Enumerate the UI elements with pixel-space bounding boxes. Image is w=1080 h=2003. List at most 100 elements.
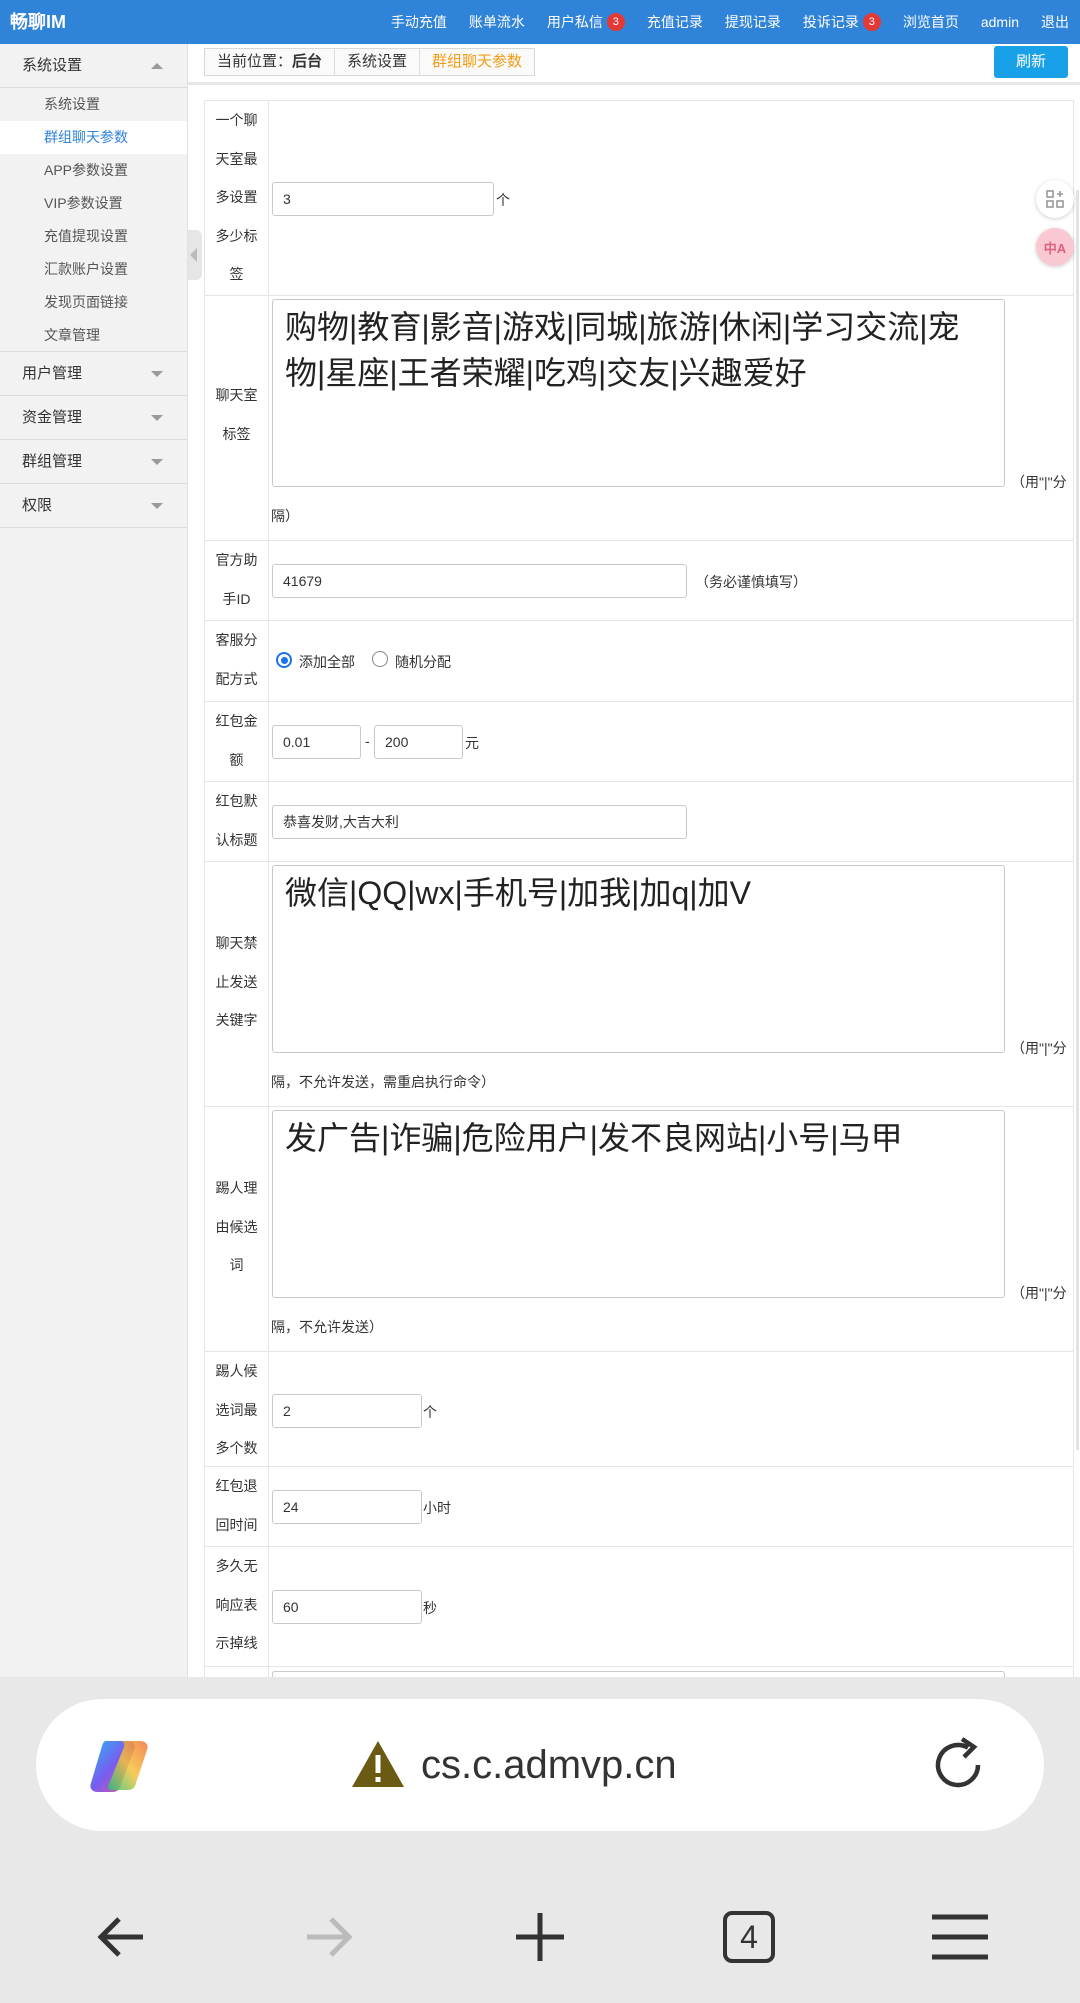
nav-manual-recharge[interactable]: 手动充值 xyxy=(391,12,447,32)
nav-admin-user[interactable]: admin xyxy=(981,14,1019,30)
offline-timeout-input[interactable]: 60 xyxy=(272,1590,422,1624)
field-label: 聊天室标签 xyxy=(205,296,269,541)
red-return-input[interactable]: 24 xyxy=(272,1490,422,1524)
range-separator: - xyxy=(365,733,370,749)
header-divider xyxy=(188,82,1080,85)
group-label: 权限 xyxy=(22,497,53,514)
top-nav: 手动充值 账单流水 用户私信 3 充值记录 提现记录 投诉记录 3 浏览首页 adm… xyxy=(380,0,1080,44)
sidebar-group-user-manage[interactable]: 用户管理 xyxy=(0,352,187,396)
sidebar-group-fund-manage[interactable]: 资金管理 xyxy=(0,396,187,440)
max-tags-input[interactable]: 3 xyxy=(272,182,494,216)
field-label: 多久无响应表示掉线 xyxy=(205,1547,269,1667)
nav-logout[interactable]: 退出 xyxy=(1041,12,1069,32)
radio-label[interactable]: 随机分配 xyxy=(395,652,451,672)
row-red-title: 红包默认标题 恭喜发财,大吉大利 xyxy=(204,781,1074,862)
assistant-id-input[interactable]: 41679 xyxy=(272,564,687,598)
sidebar-group-group-manage[interactable]: 群组管理 xyxy=(0,440,187,484)
address-bar[interactable]: cs.c.admvp.cn xyxy=(36,1699,1044,1831)
forward-arrow-icon[interactable] xyxy=(289,1897,369,1977)
group-label: 群组管理 xyxy=(22,453,83,470)
copilot-icon[interactable] xyxy=(86,1737,154,1793)
sidebar-item-system-settings[interactable]: 系统设置 xyxy=(0,88,187,121)
reload-icon[interactable] xyxy=(928,1735,988,1795)
back-arrow-icon[interactable] xyxy=(81,1897,161,1977)
radio-add-all[interactable] xyxy=(276,652,292,668)
sidebar-item-recharge-withdraw[interactable]: 充值提现设置 xyxy=(0,220,187,253)
url-text[interactable]: cs.c.admvp.cn xyxy=(421,1737,677,1793)
sidebar-item-vip-params[interactable]: VIP参数设置 xyxy=(0,187,187,220)
row-kick-reasons: 踢人理由候选词 发广告|诈骗|危险用户|发不良网站|小号|马甲 （用"|"分 隔… xyxy=(204,1106,1074,1352)
sidebar-item-group-chat-params[interactable]: 群组聊天参数 xyxy=(0,121,187,154)
hint-text: （用"|"分 xyxy=(1011,1285,1067,1301)
refresh-button[interactable]: 刷新 xyxy=(994,46,1068,78)
field-label: 聊天禁止发送关键字 xyxy=(205,862,269,1107)
grid-plus-icon[interactable] xyxy=(1036,180,1074,218)
breadcrumb-home[interactable]: 当前位置：后台 xyxy=(205,49,336,75)
room-tags-textarea[interactable]: 购物|教育|影音|游戏|同城|旅游|休闲|学习交流|宠物|星座|王者荣耀|吃鸡|… xyxy=(272,299,1005,487)
nav-label: 用户私信 xyxy=(546,14,603,30)
nav-bill-flow[interactable]: 账单流水 xyxy=(469,12,525,32)
breadcrumb-parent[interactable]: 系统设置 xyxy=(335,49,421,75)
nav-label: 退出 xyxy=(1041,14,1069,30)
nav-user-messages[interactable]: 用户私信 3 xyxy=(547,12,625,32)
hint-text-cont: 隔） xyxy=(271,508,299,524)
kick-max-input[interactable]: 2 xyxy=(272,1394,422,1428)
nav-withdraw-records[interactable]: 提现记录 xyxy=(725,12,781,32)
sidebar-item-discover-links[interactable]: 发现页面链接 xyxy=(0,286,187,319)
row-room-tags: 聊天室标签 购物|教育|影音|游戏|同城|旅游|休闲|学习交流|宠物|星座|王者… xyxy=(204,295,1074,541)
field-label: 踢人理由候选词 xyxy=(205,1107,269,1352)
red-amount-min-input[interactable]: 0.01 xyxy=(272,725,361,759)
unit-label: 小时 xyxy=(423,1500,451,1516)
hint-text: （用"|"分 xyxy=(1011,1040,1067,1056)
sidebar-collapse-handle[interactable] xyxy=(188,230,202,280)
field-label: 客服分配方式 xyxy=(205,621,269,702)
tab-count: 4 xyxy=(723,1911,775,1963)
unread-badge: 3 xyxy=(606,13,625,31)
hint-text: （务必谨慎填写） xyxy=(695,574,807,590)
banned-words-textarea[interactable]: 微信|QQ|wx|手机号|加我|加q|加V xyxy=(272,865,1005,1053)
red-title-input[interactable]: 恭喜发财,大吉大利 xyxy=(272,805,687,839)
menu-hamburger-icon[interactable] xyxy=(920,1897,1000,1977)
row-service-mode: 客服分配方式 添加全部 随机分配 xyxy=(204,620,1074,702)
group-label: 用户管理 xyxy=(22,365,83,382)
red-amount-max-input[interactable]: 200 xyxy=(374,725,463,759)
group-label: 资金管理 xyxy=(22,409,83,426)
sidebar-group-system-settings[interactable]: 系统设置 xyxy=(0,44,187,88)
hint-text-cont: 隔，不允许发送，需重启执行命令） xyxy=(271,1074,495,1090)
nav-label: 账单流水 xyxy=(468,14,525,30)
translate-icon[interactable]: 中A xyxy=(1036,228,1074,266)
radio-label[interactable]: 添加全部 xyxy=(299,652,355,672)
nav-recharge-records[interactable]: 充值记录 xyxy=(647,12,703,32)
sidebar-item-remit-accounts[interactable]: 汇款账户设置 xyxy=(0,253,187,286)
unit-label: 秒 xyxy=(423,1600,437,1616)
unit-label: 个 xyxy=(423,1404,437,1420)
hint-text: （用"|"分 xyxy=(1011,474,1067,490)
nav-label: admin xyxy=(980,14,1019,30)
radio-random[interactable] xyxy=(372,651,388,667)
row-red-return: 红包退回时间 24 小时 xyxy=(204,1466,1074,1547)
nav-complaint-records[interactable]: 投诉记录 3 xyxy=(803,12,881,32)
scrollbar[interactable] xyxy=(1076,190,1079,1450)
kick-reasons-textarea[interactable]: 发广告|诈骗|危险用户|发不良网站|小号|马甲 xyxy=(272,1110,1005,1298)
new-tab-plus-icon[interactable] xyxy=(500,1897,580,1977)
row-kick-max: 踢人候选词最多个数 2 个 xyxy=(204,1351,1074,1467)
field-label: 红包金额 xyxy=(205,702,269,782)
chevron-down-icon xyxy=(151,459,163,465)
nav-browse-home[interactable]: 浏览首页 xyxy=(903,12,959,32)
unit-label: 个 xyxy=(496,192,510,208)
sidebar-group-permissions[interactable]: 权限 xyxy=(0,484,187,528)
nav-label: 浏览首页 xyxy=(902,14,959,30)
brand-logo[interactable]: 畅聊IM xyxy=(10,8,66,34)
field-label: 红包退回时间 xyxy=(205,1467,269,1547)
chevron-down-icon xyxy=(151,503,163,509)
warning-icon[interactable] xyxy=(350,1739,406,1793)
chevron-down-icon xyxy=(151,371,163,377)
nav-label: 充值记录 xyxy=(646,14,703,30)
complaint-badge: 3 xyxy=(862,13,881,31)
tab-switcher-button[interactable]: 4 xyxy=(709,1897,789,1977)
field-label: 一个聊天室最多设置多少标签 xyxy=(205,101,269,296)
sidebar-item-app-params[interactable]: APP参数设置 xyxy=(0,154,187,187)
sidebar-item-article-manage[interactable]: 文章管理 xyxy=(0,319,187,352)
breadcrumb-current: 群组聊天参数 xyxy=(432,53,523,70)
chevron-up-icon xyxy=(151,63,163,69)
